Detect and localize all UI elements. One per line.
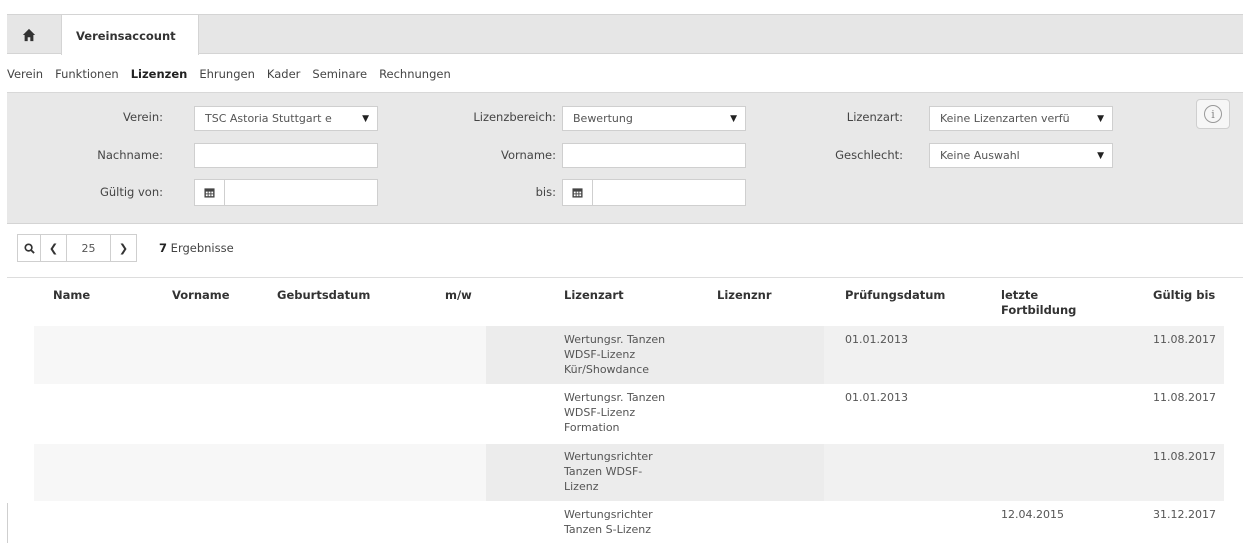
tab-vereinsaccount-label: Vereinsaccount [76, 28, 176, 43]
tab-vereinsaccount[interactable]: Vereinsaccount [61, 15, 199, 56]
search-icon [23, 242, 35, 254]
subnav-funktionen[interactable]: Funktionen [55, 67, 119, 81]
column-header-geburtsdatum[interactable]: Geburtsdatum [277, 288, 370, 303]
column-header-letzte-fortbildung[interactable]: letzte Fortbildung [1001, 288, 1111, 318]
verein-select[interactable]: TSC Astoria Stuttgart e ▼ [194, 106, 378, 131]
bis-input[interactable] [593, 180, 745, 205]
column-header-lizenznr[interactable]: Lizenznr [717, 288, 772, 303]
verein-select-value: TSC Astoria Stuttgart e [205, 112, 332, 125]
vorname-label: Vorname: [500, 148, 556, 162]
bis-datefield[interactable] [562, 179, 746, 206]
subnav-kader[interactable]: Kader [267, 67, 301, 81]
result-count-number: 7 [159, 241, 168, 255]
cell-lizenzart-line: Kür/Showdance [564, 363, 650, 376]
subnav-rechnungen[interactable]: Rechnungen [379, 67, 451, 81]
cell-lizenzart-line: WDSF-Lizenz [564, 348, 636, 361]
subnav-verein[interactable]: Verein [7, 67, 43, 81]
lizenzart-select[interactable]: Keine Lizenzarten verfü ▼ [929, 106, 1113, 131]
table-row[interactable]: Wertungsrichter Tanzen WDSF- Lizenz 11.0… [7, 443, 1243, 501]
table-row[interactable]: Wertungsrichter Tanzen S-Lizenz 12.04.20… [7, 502, 1243, 543]
cell-gueltig-bis: 11.08.2017 [1153, 333, 1216, 346]
cell-lizenzart-line: Wertungsr. Tanzen [564, 333, 666, 346]
cell-lizenzart-line: Tanzen WDSF- [564, 465, 643, 478]
nachname-label: Nachname: [97, 148, 163, 162]
lizenzart-select-value: Keine Lizenzarten verfü [940, 112, 1070, 125]
lizenzbereich-select[interactable]: Bewertung ▼ [562, 106, 746, 131]
table-row[interactable]: Wertungsr. Tanzen WDSF-Lizenz Formation … [7, 385, 1243, 442]
chevron-right-icon: ❯ [118, 241, 129, 255]
chevron-down-icon: ▼ [730, 114, 737, 124]
info-button[interactable]: i [1196, 99, 1230, 129]
subnav-lizenzen[interactable]: Lizenzen [131, 67, 188, 81]
home-icon [22, 28, 36, 41]
column-header-mw[interactable]: m/w [445, 288, 472, 303]
nachname-input[interactable] [194, 143, 378, 168]
gueltig-von-label: Gültig von: [99, 185, 163, 199]
bis-label: bis: [535, 185, 556, 199]
subnav-seminare[interactable]: Seminare [312, 67, 367, 81]
table-header: Name Vorname Geburtsdatum m/w Lizenzart … [7, 277, 1243, 325]
subnav-ehrungen[interactable]: Ehrungen [199, 67, 255, 81]
sub-navigation: Verein Funktionen Lizenzen Ehrungen Kade… [7, 55, 1243, 92]
result-count: 7 Ergebnisse [159, 241, 234, 255]
cell-gueltig-bis: 31.12.2017 [1153, 508, 1216, 521]
search-button[interactable] [17, 234, 41, 262]
cell-lizenzart: Wertungsrichter Tanzen WDSF- Lizenz [564, 449, 653, 494]
verein-label: Verein: [123, 110, 163, 124]
result-count-label: Ergebnisse [170, 241, 234, 255]
lizenzbereich-select-value: Bewertung [573, 112, 633, 125]
lizenzart-label: Lizenzart: [846, 110, 903, 124]
calendar-icon[interactable] [195, 180, 225, 205]
cell-pruefungsdatum: 01.01.2013 [845, 333, 908, 346]
lizenzbereich-label: Lizenzbereich: [473, 110, 556, 124]
column-header-name[interactable]: Name [53, 288, 90, 303]
cell-pruefungsdatum: 01.01.2013 [845, 391, 908, 404]
chevron-down-icon: ▼ [1097, 151, 1104, 161]
cell-gueltig-bis: 11.08.2017 [1153, 450, 1216, 463]
geschlecht-label: Geschlecht: [835, 148, 903, 162]
cell-lizenzart-line: Wertungsrichter [564, 508, 653, 521]
cell-lizenzart: Wertungsr. Tanzen WDSF-Lizenz Formation [564, 390, 665, 435]
page-size-field[interactable]: 25 [67, 234, 111, 262]
cell-lizenzart-line: WDSF-Lizenz [564, 406, 636, 419]
top-tab-bar: Vereinsaccount [7, 14, 1243, 56]
calendar-icon[interactable] [563, 180, 593, 205]
home-tab[interactable] [7, 15, 51, 54]
chevron-left-icon: ❮ [48, 241, 59, 255]
geschlecht-select[interactable]: Keine Auswahl ▼ [929, 143, 1113, 168]
column-header-vorname[interactable]: Vorname [172, 288, 230, 303]
table-row[interactable]: Wertungsr. Tanzen WDSF-Lizenz Kür/Showda… [7, 325, 1243, 384]
column-header-gueltig-bis[interactable]: Gültig bis [1153, 288, 1215, 303]
table-body: Wertungsr. Tanzen WDSF-Lizenz Kür/Showda… [7, 325, 1243, 543]
next-page-button[interactable]: ❯ [111, 234, 137, 262]
cell-lizenzart-line: Lizenz [564, 480, 599, 493]
cell-lizenzart: Wertungsrichter Tanzen S-Lizenz [564, 507, 653, 537]
gueltig-von-input[interactable] [225, 180, 377, 205]
cell-lizenzart: Wertungsr. Tanzen WDSF-Lizenz Kür/Showda… [564, 332, 665, 377]
pager: ❮ 25 ❯ 7 Ergebnisse [17, 234, 234, 262]
info-icon: i [1204, 105, 1222, 123]
cell-letzte-fortbildung: 12.04.2015 [1001, 508, 1064, 521]
app-window: Vereinsaccount Verein Funktionen Lizenze… [7, 14, 1243, 543]
geschlecht-select-value: Keine Auswahl [940, 149, 1020, 162]
cell-lizenzart-line: Tanzen S-Lizenz [564, 523, 652, 536]
cell-lizenzart-line: Formation [564, 421, 620, 434]
column-header-lizenzart[interactable]: Lizenzart [564, 288, 624, 303]
column-header-pruefungsdatum[interactable]: Prüfungsdatum [845, 288, 945, 303]
cell-gueltig-bis: 11.08.2017 [1153, 391, 1216, 404]
gueltig-von-datefield[interactable] [194, 179, 378, 206]
vorname-input[interactable] [562, 143, 746, 168]
filter-panel: Verein: TSC Astoria Stuttgart e ▼ Lizenz… [7, 92, 1243, 224]
chevron-down-icon: ▼ [362, 114, 369, 124]
prev-page-button[interactable]: ❮ [41, 234, 67, 262]
chevron-down-icon: ▼ [1097, 114, 1104, 124]
cell-lizenzart-line: Wertungsr. Tanzen [564, 391, 666, 404]
cell-lizenzart-line: Wertungsrichter [564, 450, 653, 463]
